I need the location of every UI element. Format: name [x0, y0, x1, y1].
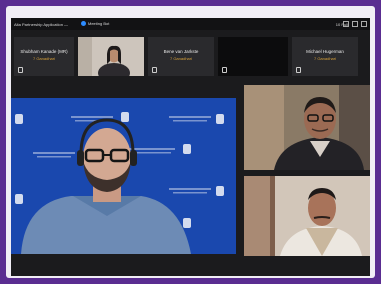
participant-tile[interactable]: Shubham Kanade (MR) 7 Ganadhari: [14, 37, 74, 76]
participant-tile[interactable]: Bene van Jarkste 7 Ganadhari: [148, 37, 214, 76]
window-controls: [343, 21, 367, 27]
participant-tile[interactable]: Michael Hugerman 7 Ganadhari: [292, 37, 358, 76]
mic-muted-icon: [152, 67, 157, 73]
participant-video: [244, 85, 370, 170]
window-titlebar: Alta Partnership Application — Meeting B…: [11, 18, 370, 30]
minimize-icon[interactable]: [343, 21, 349, 27]
status-icon: [81, 21, 86, 26]
mic-muted-icon: [296, 67, 301, 73]
meeting-status[interactable]: Meeting Bot: [81, 21, 109, 26]
meeting-window: Alta Partnership Application — Meeting B…: [11, 18, 370, 276]
participant-role: 7 Ganadhari: [313, 56, 336, 61]
participant-video-tile[interactable]: [244, 176, 370, 256]
active-speaker-video[interactable]: [11, 98, 236, 254]
participant-role: 7 Ganadhari: [169, 56, 192, 61]
participant-video: [244, 176, 370, 256]
mic-muted-icon: [222, 67, 227, 73]
participant-name: Michael Hugerman: [306, 49, 344, 54]
status-label: Meeting Bot: [88, 21, 110, 26]
participant-name: Shubham Kanade (MR): [20, 49, 68, 54]
participant-role: 7 Ganadhari: [32, 56, 55, 61]
participant-video-tile[interactable]: [244, 85, 370, 170]
participant-video-tile[interactable]: [78, 37, 144, 76]
meeting-toolbar: [11, 258, 370, 276]
mic-muted-icon: [18, 67, 23, 73]
participant-name: Bene van Jarkste: [163, 49, 199, 54]
participant-tile[interactable]: [218, 37, 288, 76]
speaker-video-frame: [11, 98, 236, 254]
maximize-icon[interactable]: [352, 21, 358, 27]
participant-video: [78, 37, 144, 76]
close-icon[interactable]: [361, 21, 367, 27]
window-title: Alta Partnership Application —: [14, 22, 69, 27]
